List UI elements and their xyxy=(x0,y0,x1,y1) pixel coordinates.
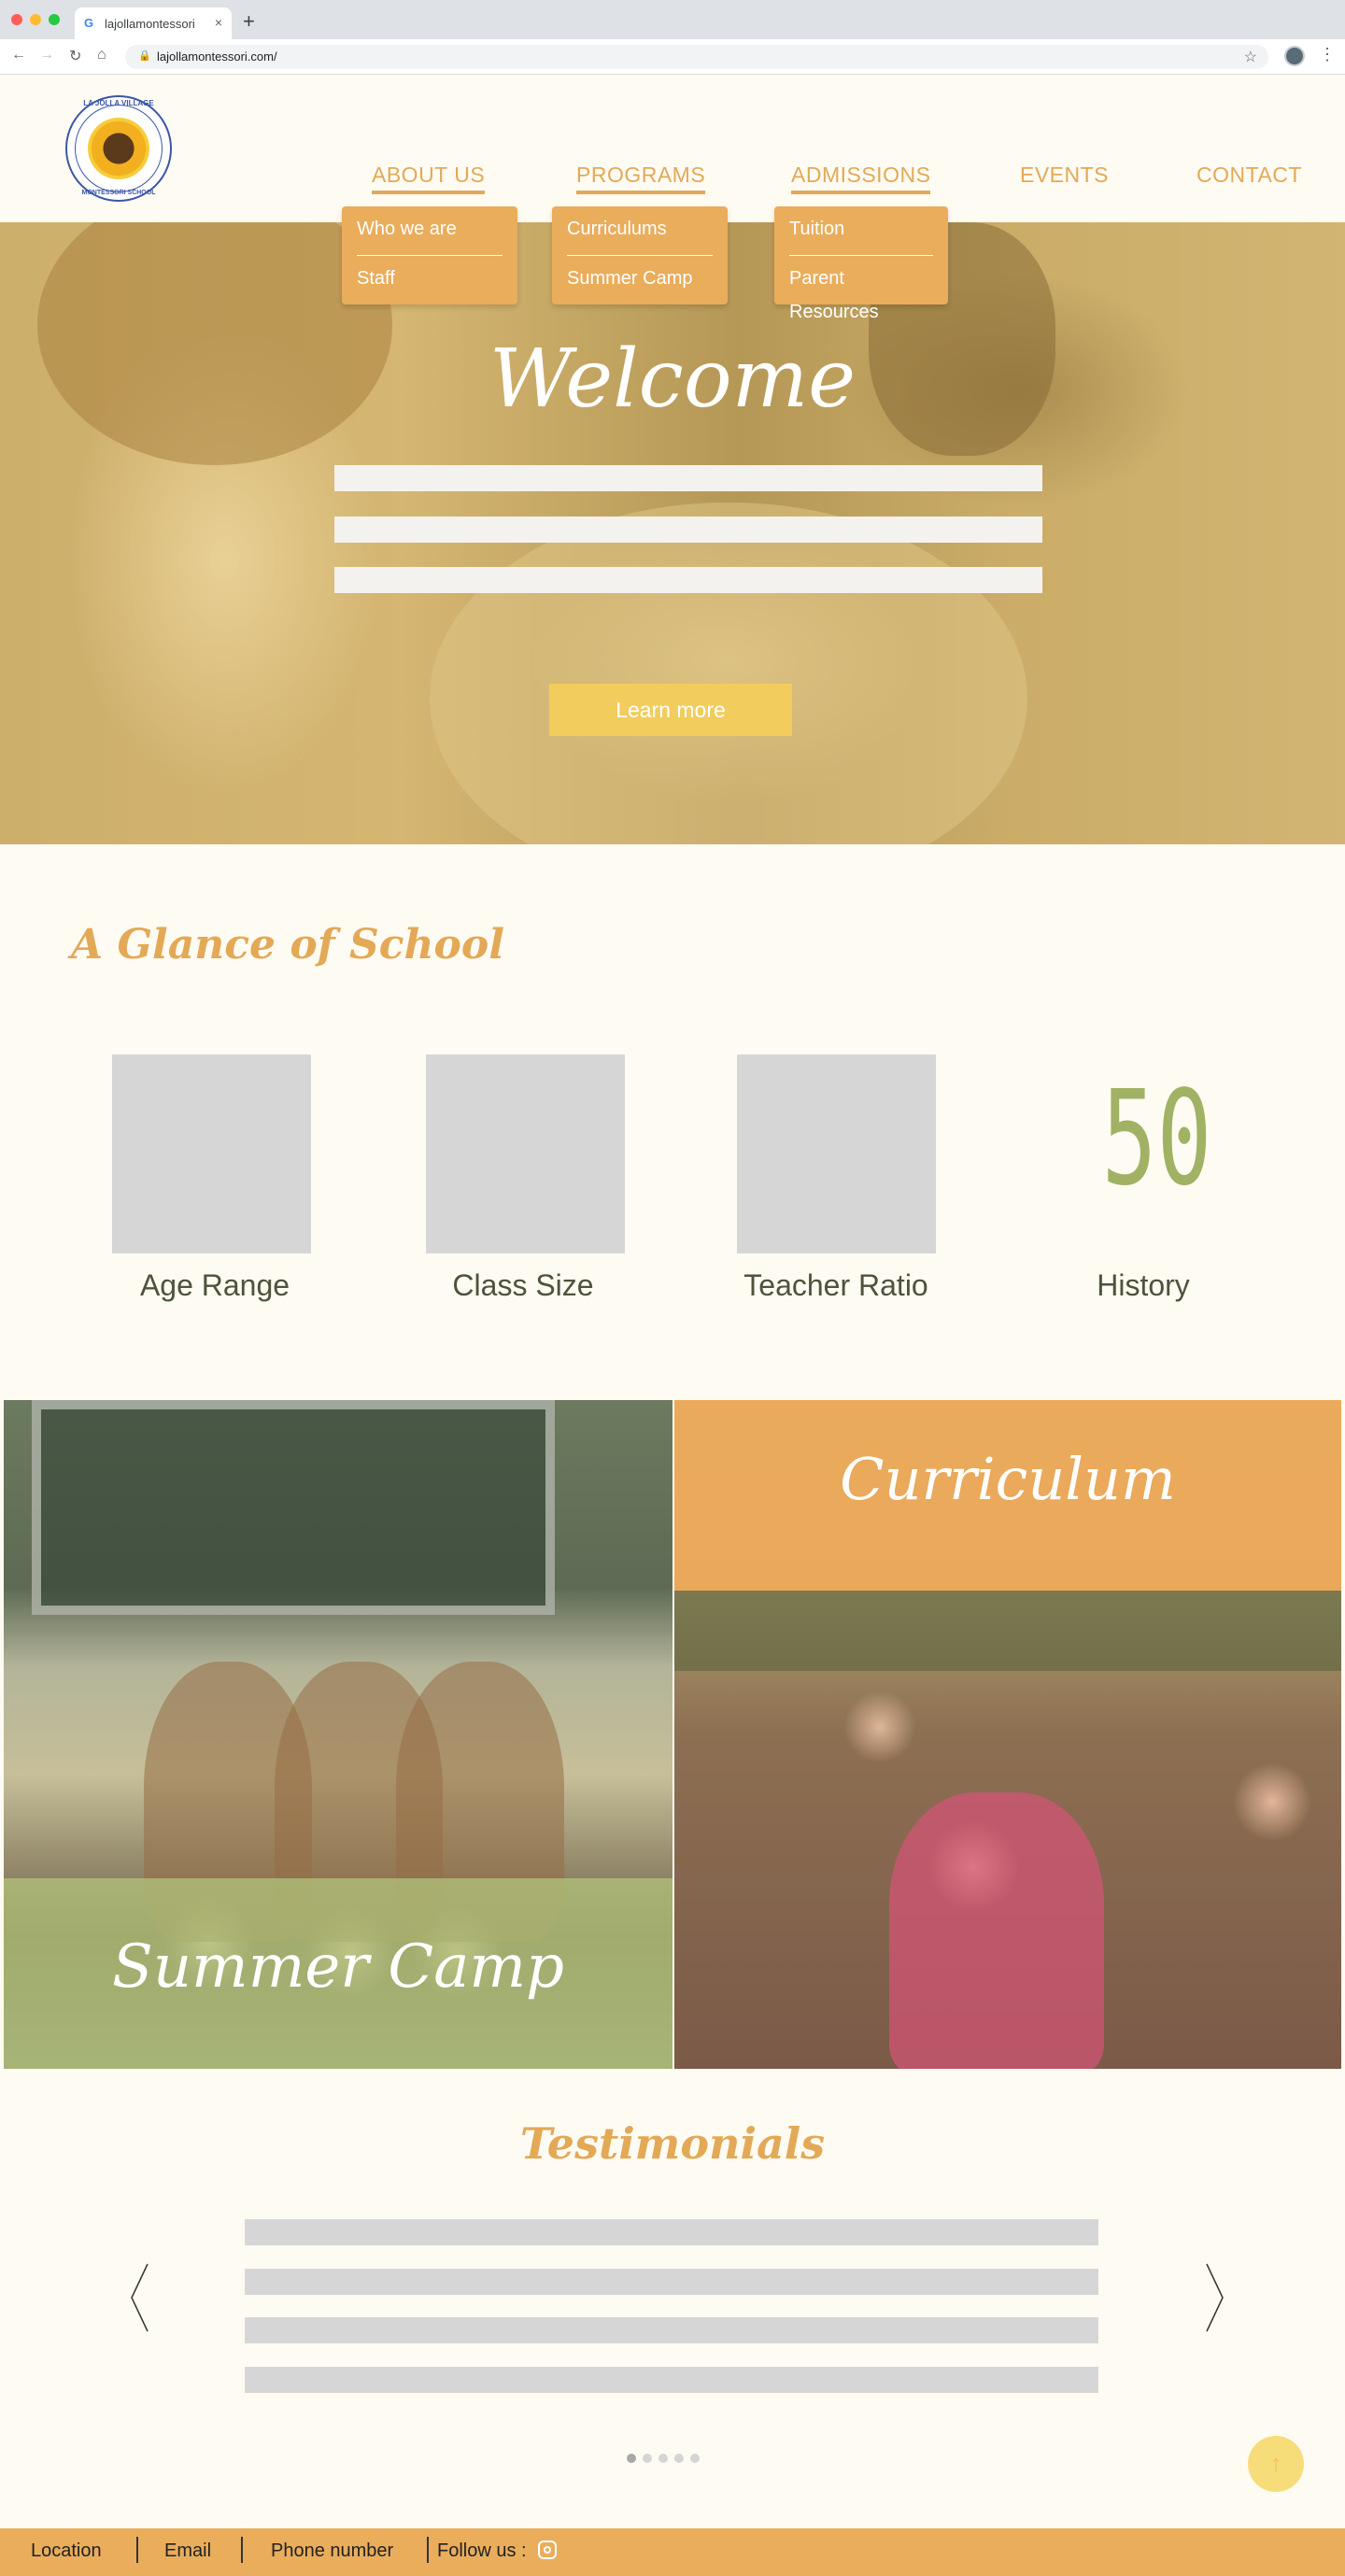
testimonial-text-placeholder xyxy=(245,2367,1098,2393)
logo-top-text: LA JOLLA VILLAGE xyxy=(83,99,154,107)
carousel-next-icon[interactable] xyxy=(1203,2262,1225,2333)
carousel-prev-icon[interactable] xyxy=(129,2262,151,2333)
class-size-image-placeholder xyxy=(426,1054,625,1253)
minimize-window-icon[interactable] xyxy=(30,14,41,25)
dropdown-item-parent-resources[interactable]: Parent Resources xyxy=(789,262,933,322)
close-window-icon[interactable] xyxy=(11,14,22,25)
nav-events[interactable]: EVENTS xyxy=(1020,163,1109,188)
teacher-ratio-image-placeholder xyxy=(737,1054,936,1253)
stat-label-age-range: Age Range xyxy=(139,1268,290,1302)
logo-bottom-text: MONTESSORI SCHOOL xyxy=(81,190,156,196)
age-range-image-placeholder xyxy=(112,1054,311,1253)
camp-photo-window xyxy=(32,1400,555,1615)
stat-label-history: History xyxy=(1097,1268,1190,1302)
testimonial-text-placeholder xyxy=(245,2317,1098,2343)
dropdown-item-staff[interactable]: Staff xyxy=(357,262,503,304)
history-value: 50 xyxy=(1101,1063,1212,1215)
carousel-dot[interactable] xyxy=(658,2454,668,2463)
nav-about-us[interactable]: ABOUT US xyxy=(372,163,486,194)
google-favicon-icon: G xyxy=(84,16,94,30)
forward-icon[interactable]: → xyxy=(39,47,54,64)
summer-camp-card[interactable]: Summer Camp xyxy=(4,1400,672,2069)
browser-tab-bar: G lajollamontessori × + xyxy=(0,0,1345,39)
dropdown-item-who-we-are[interactable]: Who we are xyxy=(357,212,503,255)
learn-more-button[interactable]: Learn more xyxy=(549,684,792,736)
home-icon[interactable]: ⌂ xyxy=(97,47,106,64)
stat-label-teacher-ratio: Teacher Ratio xyxy=(743,1268,928,1302)
profile-avatar[interactable] xyxy=(1284,46,1305,66)
url-input[interactable]: 🔒 lajollamontessori.com/ ☆ xyxy=(125,45,1268,69)
hero-text-placeholder xyxy=(334,517,1042,543)
dropdown-divider xyxy=(357,255,503,256)
maximize-window-icon[interactable] xyxy=(49,14,60,25)
back-to-top-button[interactable]: ↑ xyxy=(1248,2436,1304,2492)
testimonials-title: Testimonials xyxy=(519,2118,826,2169)
carousel-dot[interactable] xyxy=(674,2454,684,2463)
admissions-dropdown: Tuition Parent Resources xyxy=(774,206,948,322)
dropdown-divider xyxy=(567,255,713,256)
carousel-dot[interactable] xyxy=(627,2454,636,2463)
footer-divider xyxy=(136,2537,138,2563)
back-icon[interactable]: ← xyxy=(11,47,26,64)
reload-icon[interactable]: ↻ xyxy=(69,47,81,65)
sunflower-icon xyxy=(88,118,149,179)
curriculum-photo-hedge xyxy=(674,1587,1341,1671)
new-tab-button[interactable]: + xyxy=(243,9,255,34)
testimonial-text-placeholder xyxy=(245,2219,1098,2245)
hero-title: Welcome xyxy=(488,333,857,426)
about-dropdown: Who we are Staff xyxy=(342,206,517,304)
curriculum-photo-child xyxy=(889,1792,1104,2069)
footer-location-link[interactable]: Location xyxy=(31,2541,102,2562)
dropdown-item-tuition[interactable]: Tuition xyxy=(789,212,933,255)
dropdown-item-summer-camp[interactable]: Summer Camp xyxy=(567,262,713,304)
testimonial-text-placeholder xyxy=(245,2269,1098,2295)
footer-phone-link[interactable]: Phone number xyxy=(271,2541,393,2562)
instagram-icon[interactable] xyxy=(538,2541,557,2559)
footer-divider xyxy=(427,2537,429,2563)
browser-menu-icon[interactable]: ⋮ xyxy=(1319,45,1336,64)
dropdown-item-curriculums[interactable]: Curriculums xyxy=(567,212,713,255)
glance-section-title: A Glance of School xyxy=(71,921,504,969)
dropdown-divider xyxy=(789,255,933,256)
carousel-dot[interactable] xyxy=(690,2454,700,2463)
url-text: lajollamontessori.com/ xyxy=(157,50,277,64)
nav-programs[interactable]: PROGRAMS xyxy=(576,163,706,194)
carousel-dot[interactable] xyxy=(643,2454,652,2463)
footer-email-link[interactable]: Email xyxy=(164,2541,211,2562)
hero-banner: Welcome Learn more xyxy=(0,222,1345,844)
tab-title: lajollamontessori xyxy=(105,17,195,31)
footer-follow-label: Follow us : xyxy=(437,2541,527,2561)
tab-close-icon[interactable]: × xyxy=(215,15,222,30)
lock-icon: 🔒 xyxy=(138,50,151,62)
nav-admissions[interactable]: ADMISSIONS xyxy=(791,163,931,194)
browser-tab[interactable]: G lajollamontessori × xyxy=(75,7,232,39)
summer-camp-title: Summer Camp xyxy=(111,1932,565,2002)
curriculum-title: Curriculum xyxy=(840,1445,1176,1513)
hero-text-placeholder xyxy=(334,465,1042,491)
curriculum-card[interactable]: Curriculum xyxy=(674,1400,1341,2069)
bookmark-star-icon[interactable]: ☆ xyxy=(1244,48,1257,66)
nav-contact[interactable]: CONTACT xyxy=(1196,163,1302,188)
footer-divider xyxy=(241,2537,243,2563)
programs-dropdown: Curriculums Summer Camp xyxy=(552,206,728,304)
school-logo[interactable]: LA JOLLA VILLAGE MONTESSORI SCHOOL xyxy=(65,95,172,202)
stat-label-class-size: Class Size xyxy=(452,1268,594,1302)
hero-text-placeholder xyxy=(334,567,1042,593)
